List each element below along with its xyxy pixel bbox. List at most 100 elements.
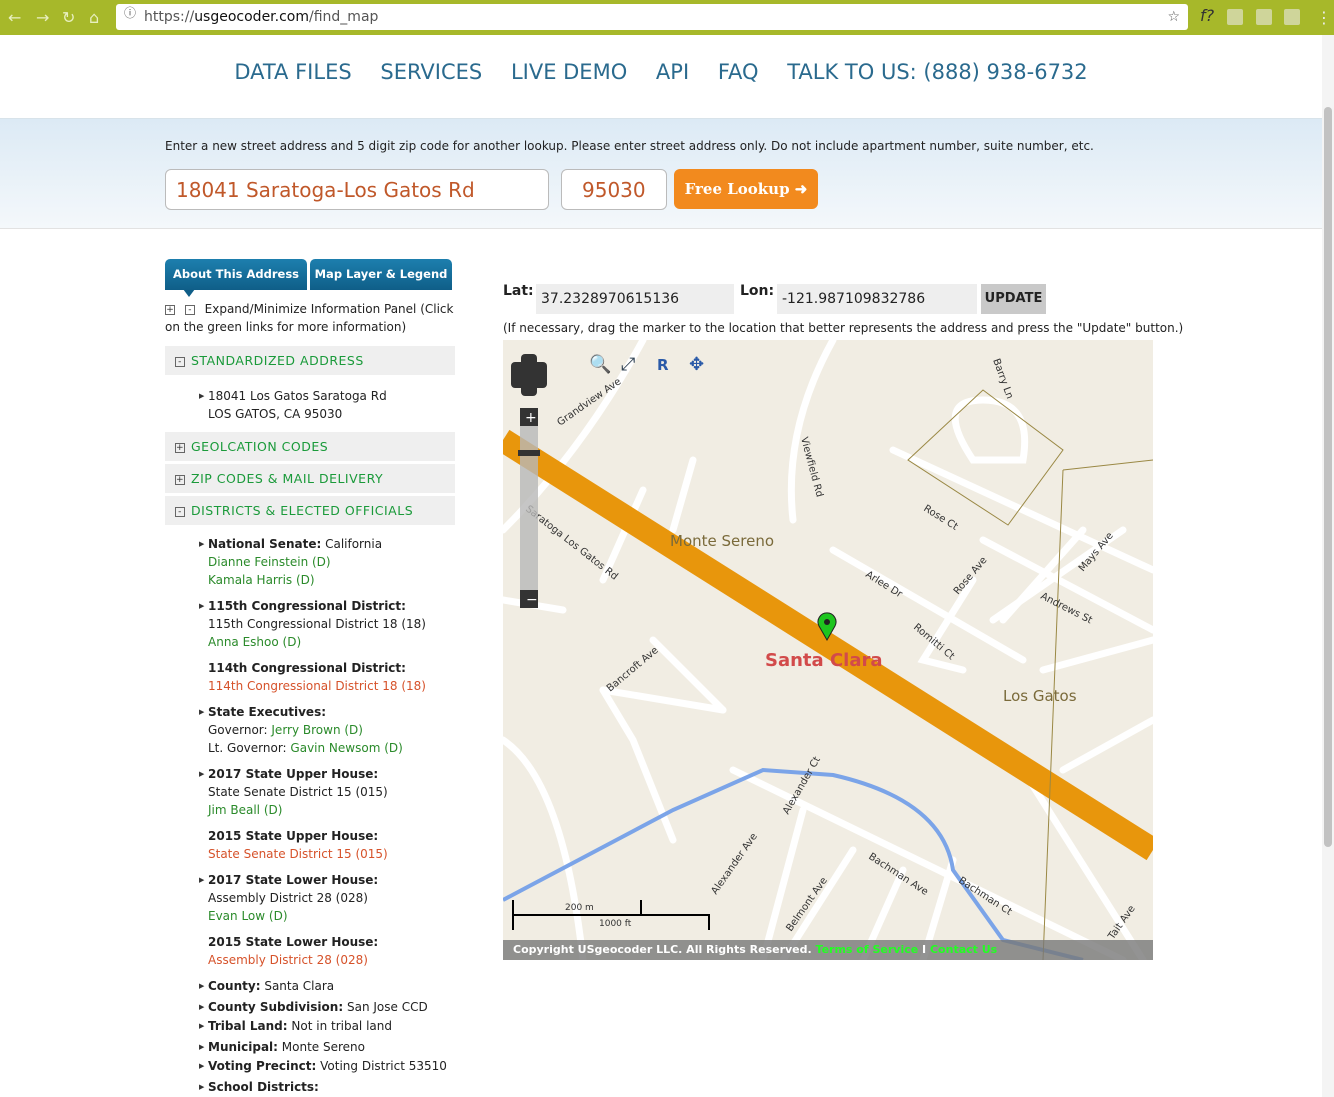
label: Tribal Land: [208,1019,288,1033]
voting-precinct: ▶ Voting Precinct: Voting District 53510 [199,1057,447,1075]
lon-input[interactable]: -121.987109832786 [777,284,977,314]
contact-link[interactable]: Contact Us [930,943,997,956]
lt-governor-link[interactable]: Gavin Newsom (D) [290,741,402,755]
congressional-115: ▶ 115th Congressional District: 115th Cong… [199,597,426,651]
tab-about-address[interactable]: About This Address [165,259,307,290]
zoom-extent-icon[interactable]: ⤢ [621,354,636,375]
info-icon[interactable]: ⓘ [124,4,136,22]
section-title: ZIP CODES & MAIL DELIVERY [191,471,384,486]
state-upper-2017: ▶ 2017 State Upper House: State Senate Dis… [199,765,388,819]
bullet-icon: ▶ [199,1003,205,1011]
lon-label: Lon: [740,283,775,299]
forward-icon[interactable]: → [36,8,49,27]
address-line2: LOS GATOS, CA 95030 [208,407,343,421]
district-link[interactable]: State Senate District 15 (015) [208,845,388,863]
rep-link[interactable]: Jim Beall (D) [208,801,388,819]
extension-icon[interactable] [1256,9,1272,25]
governor-link[interactable]: Jerry Brown (D) [271,723,363,737]
nav-services[interactable]: SERVICES [380,60,482,84]
tab-map-layer-legend[interactable]: Map Layer & Legend [310,259,452,290]
rep-link[interactable]: Anna Eshoo (D) [208,633,426,651]
label: Lt. Governor: [208,741,287,755]
address-bar[interactable]: ⓘ https://usgeocoder.com/find_map ☆ [116,4,1188,30]
extension-icon[interactable] [1227,9,1243,25]
bullet-icon: ▶ [199,770,205,778]
extension-icon[interactable] [1284,9,1300,25]
street-label: Rose Ct [921,503,959,533]
section-geolocation-codes[interactable]: + GEOLCATION CODES [165,432,455,461]
minimize-all-icon[interactable]: - [184,304,195,315]
terms-link[interactable]: Terms of Service [816,943,919,956]
search-hint: Enter a new street address and 5 digit z… [165,139,1094,153]
home-icon[interactable]: ⌂ [89,8,99,27]
address-input[interactable]: 18041 Saratoga-Los Gatos Rd [165,169,549,210]
section-standardized-address[interactable]: - STANDARDIZED ADDRESS [165,346,455,375]
reload-icon[interactable]: ↻ [62,8,75,27]
bullet-icon: ▶ [199,1062,205,1070]
pan-mode-icon[interactable]: ✥ [689,354,704,375]
url-scheme: https:// [144,9,195,25]
section-zip-codes[interactable]: + ZIP CODES & MAIL DELIVERY [165,464,455,493]
extension-icon[interactable]: f? [1200,6,1216,25]
state-executives: ▶ State Executives: Governor: Jerry Brown … [199,703,403,757]
scale-feet: 1000 ft [599,919,632,929]
place-label: Monte Sereno [670,532,774,550]
nav-talk-to-us[interactable]: TALK TO US: (888) 938-6732 [787,60,1087,84]
section-districts[interactable]: - DISTRICTS & ELECTED OFFICIALS [165,496,455,525]
page-scrollbar[interactable] [1322,35,1334,1097]
bullet-icon: ▶ [199,1022,205,1030]
value: Not in tribal land [291,1019,392,1033]
label: 2017 State Upper House: [208,767,379,781]
label: 2015 State Upper House: [208,829,379,843]
section-title: DISTRICTS & ELECTED OFFICIALS [191,503,414,518]
free-lookup-button[interactable]: Free Lookup ➜ [674,169,818,209]
nav-faq[interactable]: FAQ [718,60,759,84]
search-band: Enter a new street address and 5 digit z… [0,118,1322,229]
section-title: GEOLCATION CODES [191,439,329,454]
lat-input[interactable]: 37.2328970615136 [536,284,734,314]
district-link[interactable]: 114th Congressional District 18 (18) [208,677,426,695]
label: State Executives: [208,705,327,719]
zoom-slider[interactable]: +− [518,408,540,608]
zoom-in-icon[interactable]: + [525,410,537,426]
map-canvas[interactable]: Monte Sereno Los Gatos Santa Clara Sarat… [503,340,1153,960]
bookmark-star-icon[interactable]: ☆ [1167,4,1180,30]
label: Governor: [208,723,268,737]
street-label: Romitti Ct [911,622,956,663]
bullet-icon: ▶ [199,708,205,716]
reset-icon[interactable]: R [657,356,669,374]
menu-icon[interactable]: ⋮ [1316,8,1332,27]
zoom-box-icon[interactable]: 🔍 [589,352,611,375]
district-link[interactable]: Assembly District 28 (028) [208,951,378,969]
map[interactable]: Monte Sereno Los Gatos Santa Clara Sarat… [503,340,1153,960]
expand-icon[interactable]: + [175,474,185,485]
pan-control-icon[interactable] [511,354,547,396]
collapse-icon[interactable]: - [175,506,185,517]
expand-all-icon[interactable]: + [165,304,175,315]
zoom-out-icon[interactable]: − [526,592,538,608]
expand-instructions: Expand/Minimize Information Panel (Click… [165,302,454,334]
zip-input[interactable]: 95030 [561,169,667,210]
back-icon[interactable]: ← [8,8,21,27]
browser-toolbar: ← → ↻ ⌂ ⓘ https://usgeocoder.com/find_ma… [0,0,1334,35]
label: 114th Congressional District: [208,661,406,675]
label: 2017 State Lower House: [208,873,379,887]
collapse-icon[interactable]: - [175,356,185,367]
congressional-114: 114th Congressional District: 114th Congr… [208,659,426,695]
senator-link[interactable]: Kamala Harris (D) [208,571,382,589]
nav-api[interactable]: API [656,60,689,84]
scrollbar-thumb[interactable] [1324,107,1332,847]
bullet-icon: ▶ [199,982,205,990]
senator-link[interactable]: Dianne Feinstein (D) [208,553,382,571]
update-button[interactable]: UPDATE [981,284,1046,314]
nav-live-demo[interactable]: LIVE DEMO [511,60,627,84]
bullet-icon: ▶ [199,1083,205,1091]
nav-data-files[interactable]: DATA FILES [234,60,351,84]
active-tab-pointer [183,289,195,297]
bullet-icon: ▶ [199,540,205,548]
expand-icon[interactable]: + [175,442,185,453]
standardized-address: ▶ 18041 Los Gatos Saratoga Rd LOS GATOS, C… [199,387,387,423]
school-districts: ▶ School Districts: [199,1078,319,1096]
rep-link[interactable]: Evan Low (D) [208,907,378,925]
copyright-text: Copyright USgeocoder LLC. All Rights Res… [513,943,812,956]
